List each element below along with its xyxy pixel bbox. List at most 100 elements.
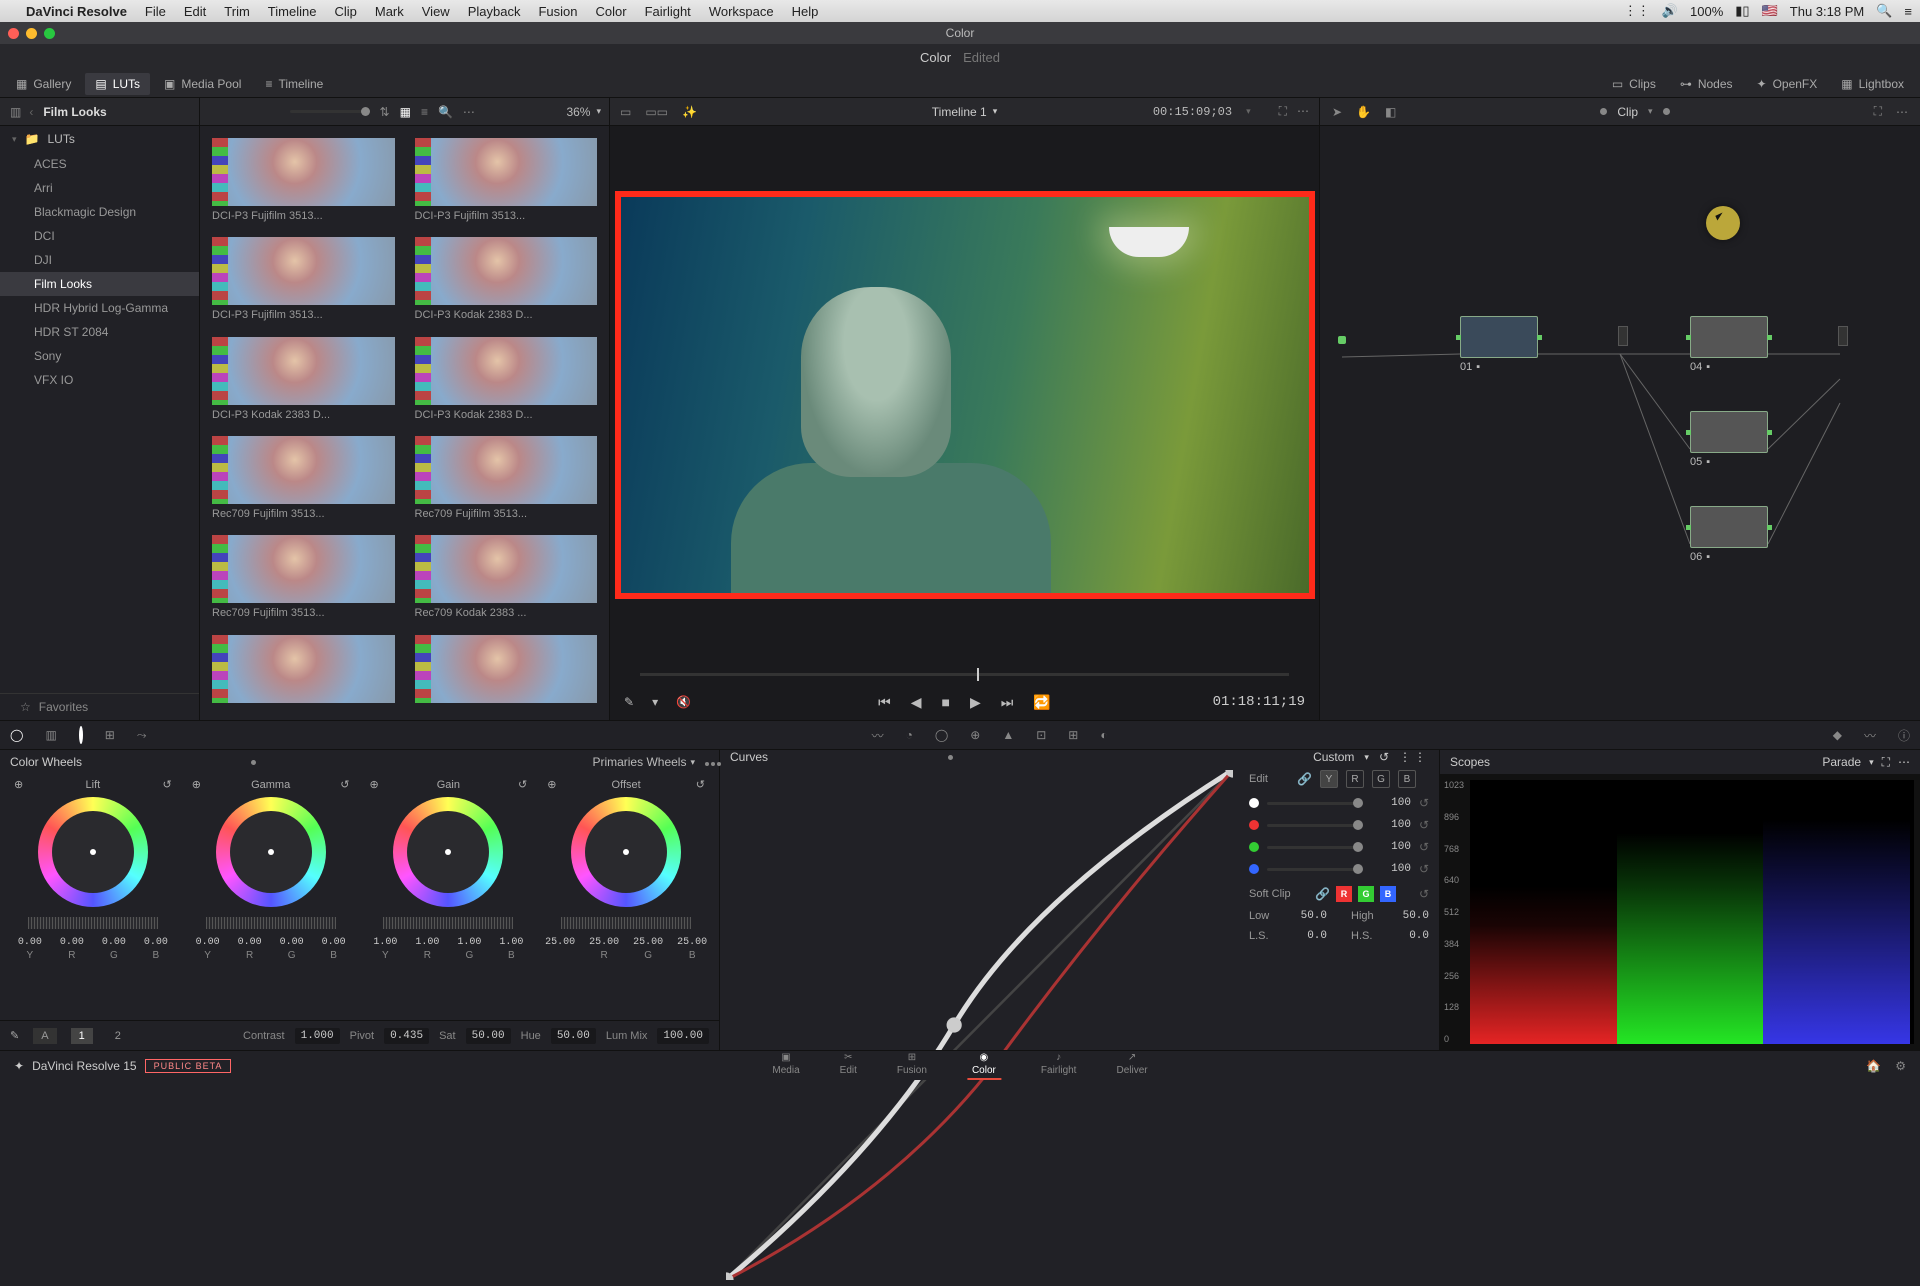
play-icon[interactable]: ▶ <box>970 694 981 711</box>
sidebar-item[interactable]: HDR ST 2084 <box>0 320 199 344</box>
timeline-name[interactable]: Timeline 1 <box>932 105 987 119</box>
viewer-magic-icon[interactable]: ✨ <box>682 105 697 119</box>
menu-help[interactable]: Help <box>792 4 819 19</box>
tab-media-pool[interactable]: ▣Media Pool <box>154 73 251 95</box>
tab-nodes[interactable]: ⊶Nodes <box>1670 73 1743 95</box>
search-icon[interactable]: 🔍 <box>1876 3 1892 19</box>
softclip-B[interactable]: B <box>1380 886 1396 902</box>
more-icon[interactable]: ⋯ <box>463 105 475 119</box>
softclip-R[interactable]: R <box>1336 886 1352 902</box>
waveform-icon[interactable]: 〰 <box>1864 727 1876 744</box>
lut-item[interactable]: Rec709 Fujifilm 3513... <box>415 436 598 521</box>
color-wheel-gamma[interactable]: ⊕Gamma↺0.00Y0.00R0.00G0.00B <box>186 778 356 1016</box>
curve-mode-dots[interactable]: ⋮⋮ <box>1399 750 1429 764</box>
node-06[interactable]: 06▪ <box>1690 506 1768 563</box>
step-back-icon[interactable]: ◀ <box>911 694 922 711</box>
status-volume-icon[interactable]: 🔊 <box>1662 3 1678 19</box>
page-media[interactable]: ▣Media <box>772 1052 799 1080</box>
lut-item[interactable]: Rec709 Kodak 2383 ... <box>415 535 598 620</box>
menu-clip[interactable]: Clip <box>334 4 356 19</box>
reset-icon[interactable]: ↺ <box>1419 840 1429 854</box>
info-icon[interactable]: ⓘ <box>1898 727 1910 744</box>
clock[interactable]: Thu 3:18 PM <box>1790 4 1864 19</box>
node-editor[interactable]: ➤ ✋ ◧ Clip ▾ ⛶ ⋯ 01▪04▪05▪06▪ <box>1320 98 1920 720</box>
lut-item[interactable]: DCI-P3 Kodak 2383 D... <box>415 237 598 322</box>
tab-gallery[interactable]: ▦Gallery <box>6 73 81 95</box>
scope-mode[interactable]: Parade <box>1822 755 1861 769</box>
tab-lightbox[interactable]: ▦Lightbox <box>1831 73 1914 95</box>
menu-extras-icon[interactable]: ≡ <box>1904 4 1912 19</box>
color-wheel-offset[interactable]: ⊕Offset↺25.0025.00R25.00G25.00B <box>541 778 711 1016</box>
page-1[interactable]: 1 <box>71 1028 93 1044</box>
page-color[interactable]: ◉Color <box>967 1052 1001 1080</box>
blur-icon[interactable]: ▲ <box>1002 728 1014 742</box>
expand-icon[interactable]: ⛶ <box>1874 104 1882 119</box>
curves-icon[interactable]: 〰 <box>872 727 884 744</box>
reset-icon[interactable]: ↺ <box>1379 750 1389 764</box>
lut-item[interactable] <box>415 635 598 708</box>
sidebar-item[interactable]: Arri <box>0 176 199 200</box>
lut-item[interactable] <box>212 635 395 708</box>
node-mixer[interactable] <box>1618 326 1628 346</box>
tab-clips[interactable]: ▭Clips <box>1602 73 1666 95</box>
status-wifi-icon[interactable]: ⋮⋮ <box>1624 3 1650 19</box>
reset-icon[interactable]: ↺ <box>1419 796 1429 810</box>
keyframe-icon[interactable]: ◆ <box>1833 728 1842 742</box>
sidebar-folder[interactable]: ▾ 📁 LUTs <box>0 126 199 152</box>
record-timecode[interactable]: 00:15:09;03 <box>1153 105 1232 119</box>
viewer-scrubber[interactable] <box>610 664 1319 684</box>
menu-fusion[interactable]: Fusion <box>538 4 577 19</box>
go-first-icon[interactable]: ⏮ <box>878 694 891 711</box>
reset-icon[interactable]: ↺ <box>518 778 527 791</box>
node-01[interactable]: 01▪ <box>1460 316 1538 373</box>
link-icon[interactable]: 🔗 <box>1297 772 1312 786</box>
lut-item[interactable]: DCI-P3 Fujifilm 3513... <box>415 138 598 223</box>
wheel-mode-dots[interactable] <box>705 755 709 769</box>
bars-tool-icon[interactable]: ▥ <box>45 728 56 742</box>
bw-toggle-icon[interactable]: ⊕ <box>370 778 379 791</box>
go-last-icon[interactable]: ⏭ <box>1001 694 1014 711</box>
node-04[interactable]: 04▪ <box>1690 316 1768 373</box>
motion-icon[interactable]: ⤳ <box>137 728 147 743</box>
menu-view[interactable]: View <box>422 4 450 19</box>
reset-icon[interactable]: ↺ <box>1419 887 1429 901</box>
page-fairlight[interactable]: ♪Fairlight <box>1041 1052 1077 1080</box>
sidebar-item[interactable]: Blackmagic Design <box>0 200 199 224</box>
more-icon[interactable]: ⋯ <box>1898 755 1910 769</box>
more-icon[interactable]: ⋯ <box>1896 105 1908 119</box>
tab-luts[interactable]: ▤LUTs <box>85 73 150 95</box>
menu-trim[interactable]: Trim <box>224 4 250 19</box>
reset-icon[interactable]: ↺ <box>163 778 172 791</box>
menu-workspace[interactable]: Workspace <box>709 4 774 19</box>
list-view-icon[interactable]: ≡ <box>421 105 428 119</box>
menu-fairlight[interactable]: Fairlight <box>645 4 691 19</box>
menu-color[interactable]: Color <box>595 4 626 19</box>
key-icon[interactable]: ⊡ <box>1036 728 1046 742</box>
app-name[interactable]: DaVinci Resolve <box>26 4 127 19</box>
expand-icon[interactable]: ⛶ <box>1882 755 1890 770</box>
zoom-icon[interactable] <box>44 28 55 39</box>
curve-plot[interactable] <box>726 770 1233 1280</box>
softclip-G[interactable]: G <box>1358 886 1374 902</box>
qualifier-icon[interactable]: ◔ <box>906 728 913 742</box>
sort-icon[interactable]: ⇅ <box>380 105 390 119</box>
more-icon[interactable]: ⋯ <box>1297 104 1309 119</box>
menu-mark[interactable]: Mark <box>375 4 404 19</box>
auto-icon[interactable]: ✎ <box>10 1029 19 1042</box>
record-icon[interactable] <box>79 726 83 744</box>
sidebar-item[interactable]: DJI <box>0 248 199 272</box>
sidebar-item[interactable]: Sony <box>0 344 199 368</box>
node-mode[interactable]: Clip <box>1617 105 1638 119</box>
channel-R[interactable]: R <box>1346 770 1364 788</box>
tab-openfx[interactable]: ✦OpenFX <box>1747 73 1828 95</box>
lut-item[interactable]: Rec709 Fujifilm 3513... <box>212 436 395 521</box>
panel-toggle-icon[interactable]: ▥ <box>10 105 21 119</box>
pointer-icon[interactable]: ➤ <box>1332 105 1342 119</box>
menu-timeline[interactable]: Timeline <box>268 4 317 19</box>
lut-item[interactable]: DCI-P3 Fujifilm 3513... <box>212 138 395 223</box>
sidebar-item[interactable]: ACES <box>0 152 199 176</box>
sidebar-item[interactable]: HDR Hybrid Log-Gamma <box>0 296 199 320</box>
stop-icon[interactable]: ■ <box>942 694 950 711</box>
page-fusion[interactable]: ⊞Fusion <box>897 1052 927 1080</box>
bw-toggle-icon[interactable]: ⊕ <box>14 778 23 791</box>
